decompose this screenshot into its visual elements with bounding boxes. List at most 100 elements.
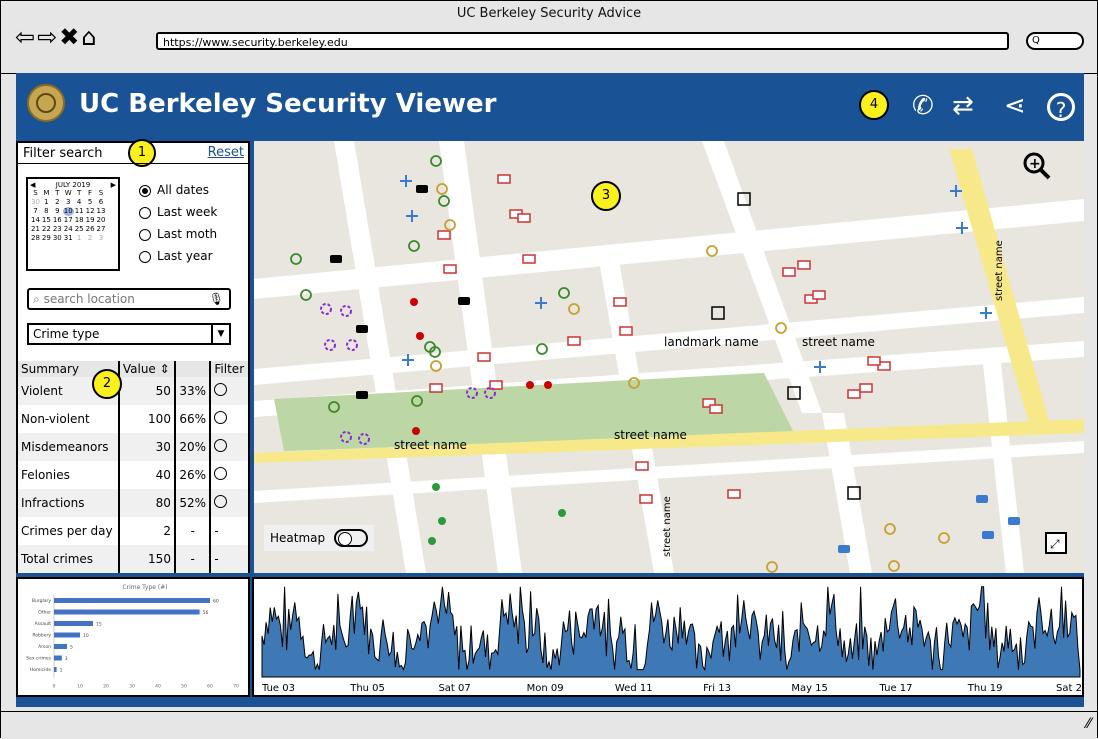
theft-marker-icon[interactable] bbox=[938, 532, 950, 544]
robbery-marker-icon[interactable] bbox=[727, 489, 741, 499]
drug-marker-icon[interactable] bbox=[320, 303, 332, 315]
calendar-day[interactable]: 22 bbox=[41, 225, 52, 234]
pin-marker-icon[interactable] bbox=[438, 517, 446, 525]
robbery-marker-icon[interactable] bbox=[517, 213, 531, 223]
calendar-day[interactable]: 6 bbox=[96, 198, 107, 207]
robbery-marker-icon[interactable] bbox=[867, 356, 881, 366]
calendar-day[interactable]: 13 bbox=[96, 207, 107, 216]
toggle-switch[interactable] bbox=[334, 529, 368, 547]
cross-marker-icon[interactable] bbox=[406, 210, 418, 222]
car-marker-icon[interactable] bbox=[838, 545, 850, 553]
map-canvas[interactable]: landmark name street name street name stree… bbox=[254, 141, 1084, 573]
calendar-day[interactable]: 28 bbox=[30, 234, 41, 243]
back-icon[interactable]: ⇦ bbox=[15, 23, 35, 51]
heatmap-toggle[interactable]: Heatmap bbox=[264, 525, 374, 551]
location-search[interactable]: ⌕ search location 🎙 bbox=[27, 288, 231, 310]
radio-button[interactable] bbox=[139, 206, 151, 219]
reset-link[interactable]: Reset bbox=[208, 145, 244, 160]
pin-marker-icon[interactable] bbox=[428, 537, 436, 545]
calendar-day[interactable]: 23 bbox=[52, 225, 63, 234]
filter-radio[interactable] bbox=[214, 383, 228, 396]
robbery-marker-icon[interactable] bbox=[443, 264, 457, 274]
resize-handle-icon[interactable]: ⁄⁄ bbox=[1086, 716, 1091, 732]
calendar-day[interactable]: 7 bbox=[30, 207, 41, 216]
calendar-day[interactable]: 1 bbox=[74, 234, 85, 243]
radio-button[interactable] bbox=[139, 184, 151, 197]
drug-marker-icon[interactable] bbox=[324, 339, 336, 351]
browser-search[interactable]: Q bbox=[1026, 32, 1084, 50]
calendar-day[interactable]: 24 bbox=[63, 225, 74, 234]
calendar-day[interactable]: 19 bbox=[85, 216, 96, 225]
cross-marker-icon[interactable] bbox=[400, 175, 412, 187]
fire-marker-icon[interactable] bbox=[410, 298, 418, 306]
robbery-marker-icon[interactable] bbox=[429, 383, 443, 393]
home-icon[interactable]: ⌂ bbox=[81, 23, 96, 51]
robbery-marker-icon[interactable] bbox=[522, 254, 536, 264]
theft-marker-icon[interactable] bbox=[568, 303, 580, 315]
theft-marker-icon[interactable] bbox=[888, 560, 900, 572]
next-month-icon[interactable]: ▶ bbox=[111, 181, 116, 189]
calendar-day[interactable]: 10 bbox=[62, 207, 74, 216]
car-marker-icon[interactable] bbox=[982, 531, 994, 539]
timeline-chart[interactable]: Tue 03 Thu 05 Sat 07 Mon 09 Wed 11 Fri 13 May … bbox=[254, 579, 1088, 695]
fullscreen-icon[interactable]: ⤢ bbox=[1045, 532, 1067, 554]
robbery-marker-icon[interactable] bbox=[437, 230, 451, 240]
calendar-day[interactable]: 30 bbox=[52, 234, 63, 243]
url-field[interactable]: https://www.security.berkeley.edu bbox=[156, 32, 1009, 50]
cross-marker-icon[interactable] bbox=[535, 297, 547, 309]
calendar-day[interactable]: 30 bbox=[30, 198, 41, 207]
robbery-marker-icon[interactable] bbox=[639, 494, 653, 504]
robbery-marker-icon[interactable] bbox=[477, 352, 491, 362]
calendar-day[interactable]: 26 bbox=[85, 225, 96, 234]
filter-radio[interactable] bbox=[214, 467, 228, 480]
pin-marker-icon[interactable] bbox=[558, 509, 566, 517]
date-range-option[interactable]: Last moth bbox=[139, 227, 217, 241]
car-marker-icon[interactable] bbox=[1008, 517, 1020, 525]
calendar-day[interactable]: 3 bbox=[96, 234, 107, 243]
calendar-day[interactable]: 29 bbox=[41, 234, 52, 243]
robbery-marker-icon[interactable] bbox=[797, 260, 811, 270]
calendar-day[interactable]: 17 bbox=[63, 216, 74, 225]
robbery-marker-icon[interactable] bbox=[709, 404, 723, 414]
zoom-in-icon[interactable]: + bbox=[1023, 152, 1051, 180]
calendar-day[interactable]: 16 bbox=[52, 216, 63, 225]
calendar-grid[interactable]: S M T W T F S 30 1 2 3 4 5 6 7 8 9 10 11 12 13 14 15 16 17 18 19 20… bbox=[30, 189, 106, 243]
theft-marker-icon[interactable] bbox=[884, 523, 896, 535]
robbery-marker-icon[interactable] bbox=[619, 326, 633, 336]
robbery-marker-icon[interactable] bbox=[782, 267, 796, 277]
fire-marker-icon[interactable] bbox=[412, 427, 420, 435]
gun-marker-icon[interactable] bbox=[416, 185, 428, 193]
robbery-marker-icon[interactable] bbox=[613, 297, 627, 307]
filter-radio[interactable] bbox=[214, 495, 228, 508]
filter-radio[interactable] bbox=[214, 411, 228, 424]
radio-button[interactable] bbox=[139, 228, 151, 241]
map-view[interactable]: landmark name street name street name stree… bbox=[254, 141, 1084, 573]
calendar-day[interactable]: 11 bbox=[74, 207, 85, 216]
chevron-down-icon[interactable]: ▼ bbox=[211, 325, 229, 343]
calendar-day[interactable]: 14 bbox=[30, 216, 41, 225]
car-marker-icon[interactable] bbox=[976, 495, 988, 503]
building-icon[interactable] bbox=[711, 306, 725, 320]
robbery-marker-icon[interactable] bbox=[567, 336, 581, 346]
gun-marker-icon[interactable] bbox=[330, 255, 342, 263]
radio-button[interactable] bbox=[139, 250, 151, 263]
calendar-day[interactable]: 2 bbox=[85, 234, 96, 243]
calendar-day[interactable]: 20 bbox=[96, 216, 107, 225]
refresh-icon[interactable]: ⇄ bbox=[952, 91, 974, 121]
robbery-marker-icon[interactable] bbox=[859, 383, 873, 393]
close-icon[interactable]: ✖ bbox=[59, 23, 79, 51]
microphone-icon[interactable]: 🎙 bbox=[209, 290, 224, 308]
fire-marker-icon[interactable] bbox=[544, 381, 552, 389]
drug-marker-icon[interactable] bbox=[346, 339, 358, 351]
prev-month-icon[interactable]: ◀ bbox=[30, 181, 35, 189]
calendar-day[interactable]: 4 bbox=[74, 198, 85, 207]
sort-icon[interactable]: ⇕ bbox=[160, 362, 170, 376]
gun-marker-icon[interactable] bbox=[356, 325, 368, 333]
filter-radio[interactable] bbox=[214, 439, 228, 452]
calendar-day[interactable]: 12 bbox=[85, 207, 96, 216]
robbery-marker-icon[interactable] bbox=[847, 389, 861, 399]
drug-marker-icon[interactable] bbox=[340, 305, 352, 317]
crime-type-select[interactable]: Crime type ▼ bbox=[27, 323, 231, 345]
robbery-marker-icon[interactable] bbox=[812, 290, 826, 300]
hand-marker-icon[interactable] bbox=[290, 253, 302, 265]
